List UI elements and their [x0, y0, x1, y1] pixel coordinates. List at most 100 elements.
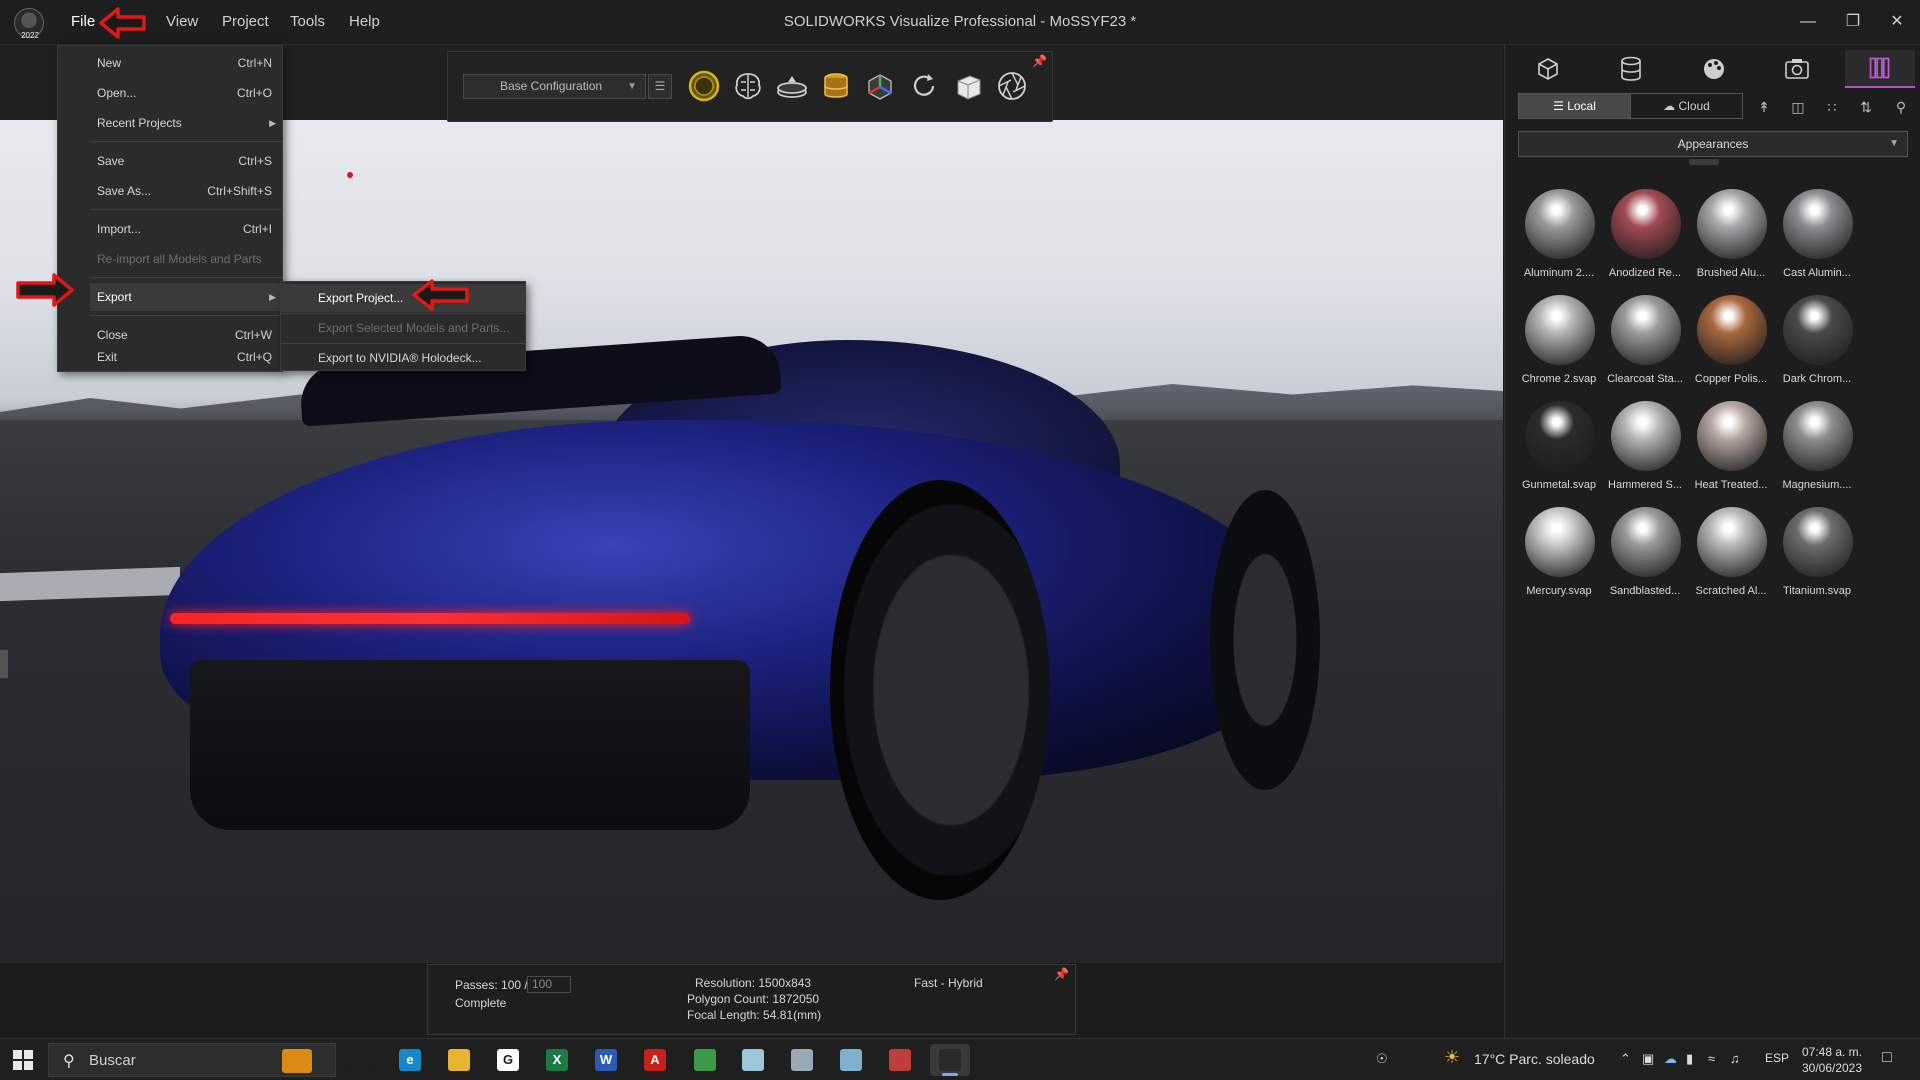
mail-app-icon[interactable]: [782, 1044, 822, 1076]
viewport-resize-handle[interactable]: [0, 650, 8, 678]
restore-icon[interactable]: ❐: [1839, 10, 1867, 34]
weather-icon[interactable]: ☀: [1444, 1047, 1460, 1068]
menu-item-exit[interactable]: Exit Ctrl+Q: [90, 343, 282, 371]
search-icon[interactable]: ⚲: [1890, 96, 1912, 118]
wifi-icon[interactable]: ≈: [1708, 1051, 1715, 1066]
menu-view[interactable]: View: [166, 13, 198, 30]
appearance-swatch[interactable]: Cast Alumin...: [1774, 189, 1860, 295]
appearance-swatch[interactable]: Magnesium....: [1774, 401, 1860, 507]
library-icon[interactable]: [1845, 50, 1915, 88]
composer-app-icon[interactable]: [880, 1044, 920, 1076]
menu-item-label: Import...: [97, 222, 142, 236]
appearance-swatch[interactable]: Titanium.svap: [1774, 507, 1860, 613]
grid-view-icon[interactable]: ∷: [1821, 96, 1843, 118]
appearance-swatch[interactable]: Dark Chrom...: [1774, 295, 1860, 401]
aperture-icon[interactable]: [994, 68, 1030, 104]
panel-scroll-notch[interactable]: [1689, 159, 1719, 165]
task-view-icon[interactable]: [339, 1044, 379, 1076]
appearance-swatch[interactable]: Sandblasted...: [1602, 507, 1688, 613]
database-icon[interactable]: [1596, 50, 1666, 88]
appearance-label: Scratched Al...: [1695, 585, 1767, 597]
windows-taskbar: ⚲ Buscar eGXWA ☉ ☀ 17°C Parc. soleado ⌃ …: [0, 1038, 1920, 1080]
app-glyph: [889, 1049, 911, 1071]
appearance-label: Anodized Re...: [1608, 267, 1682, 279]
appearance-swatch[interactable]: Aluminum 2....: [1516, 189, 1602, 295]
chevron-up-icon[interactable]: ⌃: [1620, 1051, 1631, 1067]
pin-icon[interactable]: 📌: [1054, 967, 1069, 981]
appearance-label: Titanium.svap: [1782, 585, 1852, 597]
onedrive-icon[interactable]: ☁: [1664, 1051, 1677, 1067]
logo-year: 2022: [21, 31, 39, 40]
notes-icon[interactable]: [733, 1044, 773, 1076]
volume-icon[interactable]: ♫: [1730, 1051, 1740, 1066]
palette-icon[interactable]: [1679, 50, 1749, 88]
appearance-swatch[interactable]: Clearcoat Sta...: [1602, 295, 1688, 401]
box-render-icon[interactable]: [950, 68, 986, 104]
camera-icon[interactable]: [1762, 50, 1832, 88]
menu-help[interactable]: Help: [349, 13, 380, 30]
accessibility-icon[interactable]: ☉: [1376, 1051, 1388, 1067]
appearance-swatch[interactable]: Mercury.svap: [1516, 507, 1602, 613]
camera-mode-icon[interactable]: [686, 68, 722, 104]
sort-icon[interactable]: ⇅: [1855, 96, 1877, 118]
g-app-icon[interactable]: G: [488, 1044, 528, 1076]
menu-file[interactable]: File: [71, 13, 95, 30]
menu-item-save-as[interactable]: Save As... Ctrl+Shift+S: [90, 177, 282, 205]
appearance-swatch[interactable]: Scratched Al...: [1688, 507, 1774, 613]
file-explorer-icon[interactable]: [439, 1044, 479, 1076]
excel-icon[interactable]: X: [537, 1044, 577, 1076]
panel-layout-icon[interactable]: ◫: [1787, 96, 1809, 118]
appearance-swatch[interactable]: Heat Treated...: [1688, 401, 1774, 507]
meet-now-icon[interactable]: ▣: [1642, 1051, 1654, 1067]
appearance-swatch[interactable]: Brushed Alu...: [1688, 189, 1774, 295]
local-toggle[interactable]: ☰ Local: [1518, 93, 1631, 119]
appearance-swatch[interactable]: Anodized Re...: [1602, 189, 1688, 295]
battery-icon[interactable]: ▮: [1686, 1051, 1693, 1067]
appearance-label: Aluminum 2....: [1523, 267, 1595, 279]
appearance-category-select[interactable]: Appearances ▼: [1518, 131, 1908, 157]
model-icon[interactable]: [1513, 50, 1583, 88]
upload-icon[interactable]: ↟: [1753, 96, 1775, 118]
turntable-icon[interactable]: [774, 68, 810, 104]
weather-text[interactable]: 17°C Parc. soleado: [1474, 1051, 1595, 1067]
appearance-swatch[interactable]: Chrome 2.svap: [1516, 295, 1602, 401]
menu-item-export-holodeck[interactable]: Export to NVIDIA® Holodeck...: [281, 344, 525, 372]
search-icon: ⚲: [63, 1053, 75, 1070]
menu-project[interactable]: Project: [222, 13, 269, 30]
language-indicator[interactable]: ESP: [1765, 1051, 1789, 1065]
menu-item-save[interactable]: Save Ctrl+S: [90, 147, 282, 175]
visualize-logo-icon[interactable]: 2022: [14, 8, 44, 40]
taskbar-search-input[interactable]: ⚲ Buscar: [48, 1043, 336, 1077]
menu-item-export[interactable]: Export ▶: [90, 283, 282, 311]
cloud-toggle[interactable]: ☁ Cloud: [1630, 93, 1743, 119]
configuration-select[interactable]: Base Configuration ▼: [463, 74, 646, 99]
appearance-swatch[interactable]: Copper Polis...: [1688, 295, 1774, 401]
menu-item-import[interactable]: Import... Ctrl+I: [90, 215, 282, 243]
notifications-icon[interactable]: □: [1882, 1049, 1892, 1067]
paint-app-icon[interactable]: [831, 1044, 871, 1076]
windows-start-icon[interactable]: [12, 1049, 34, 1071]
taskbar-clock[interactable]: 07:48 a. m. 30/06/2023: [1800, 1044, 1864, 1076]
menu-item-open[interactable]: Open... Ctrl+O: [90, 79, 282, 107]
visualize-app-icon[interactable]: [930, 1044, 970, 1076]
acrobat-icon[interactable]: A: [635, 1044, 675, 1076]
edge-icon[interactable]: e: [390, 1044, 430, 1076]
menu-item-export-project[interactable]: Export Project...: [281, 284, 525, 312]
word-icon[interactable]: W: [586, 1044, 626, 1076]
configuration-list-button[interactable]: ☰: [648, 74, 672, 99]
close-icon[interactable]: ✕: [1883, 10, 1911, 34]
menu-item-new[interactable]: New Ctrl+N: [90, 49, 282, 77]
appearance-swatch[interactable]: Gunmetal.svap: [1516, 401, 1602, 507]
pin-icon[interactable]: 📌: [1032, 54, 1047, 68]
refresh-icon[interactable]: [906, 68, 942, 104]
chrome-icon[interactable]: [685, 1044, 725, 1076]
brain-icon[interactable]: [730, 68, 766, 104]
menu-tools[interactable]: Tools: [290, 13, 325, 30]
appearance-swatch[interactable]: Hammered S...: [1602, 401, 1688, 507]
menu-item-label: Close: [97, 328, 128, 342]
cube-axis-icon[interactable]: [862, 68, 898, 104]
menu-item-recent-projects[interactable]: Recent Projects ▶: [90, 109, 282, 137]
database-icon[interactable]: [818, 68, 854, 104]
minimize-icon[interactable]: —: [1794, 10, 1822, 34]
passes-input[interactable]: 100: [527, 976, 571, 993]
